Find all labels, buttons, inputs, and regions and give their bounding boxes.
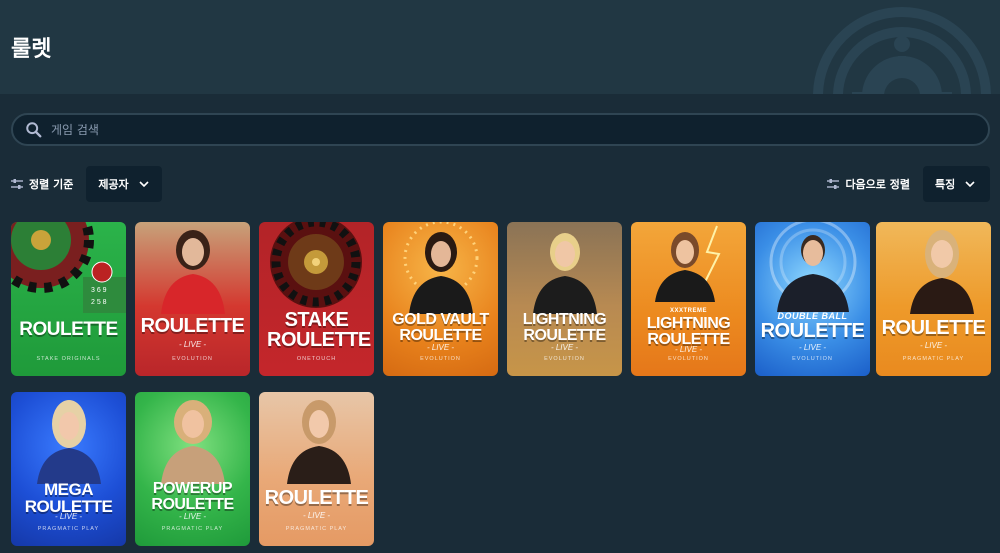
game-card-double-ball-roulette[interactable]: DOUBLE BALL ROULETTE - LIVE - EVOLUTION	[755, 222, 870, 376]
game-live-tag: - LIVE -	[302, 511, 331, 520]
game-title: STAKE ROULETTE	[267, 309, 371, 351]
order-by-label: 다음으로 정렬	[827, 176, 910, 192]
feature-select[interactable]: 특징	[923, 166, 990, 202]
provider-select[interactable]: 제공자	[86, 166, 163, 202]
game-card-stake-roulette[interactable]: STAKE ROULETTE ONETOUCH	[259, 222, 374, 376]
game-title: GOLD VAULT ROULETTE	[392, 311, 489, 344]
chevron-down-icon	[139, 180, 149, 187]
sliders-icon	[827, 179, 840, 189]
game-top-tag: XXXTREME	[669, 308, 707, 314]
dealer-image	[532, 233, 597, 314]
game-provider: EVOLUTION	[544, 356, 585, 362]
dealer-image	[36, 400, 101, 484]
game-card-roulette-pragmatic[interactable]: ROULETTE - LIVE - PRAGMATIC PLAY	[876, 222, 991, 376]
sort-by-group: 정렬 기준 제공자	[11, 166, 163, 202]
svg-text:2 5 8: 2 5 8	[91, 299, 107, 306]
game-title: ROULETTE	[140, 315, 245, 337]
game-title: ROULETTE	[19, 319, 118, 340]
game-card-roulette-stake-originals[interactable]: 3 6 9 2 5 8 ROULETTE STAKE ORIGINALS	[11, 222, 126, 376]
search-input[interactable]	[51, 122, 951, 137]
game-card-roulette-pragmatic-2[interactable]: ROULETTE - LIVE - PRAGMATIC PLAY	[259, 392, 374, 546]
page-header: 룰렛	[0, 0, 1000, 94]
game-provider: EVOLUTION	[668, 356, 709, 362]
order-by-text: 다음으로 정렬	[845, 178, 910, 191]
game-live-tag: - LIVE -	[426, 343, 455, 352]
game-card-gold-vault-roulette[interactable]: GOLD VAULT ROULETTE - LIVE - EVOLUTION	[383, 222, 498, 376]
sort-by-label: 정렬 기준	[11, 176, 73, 192]
dealer-image	[654, 225, 720, 302]
game-provider: PRAGMATIC PLAY	[37, 526, 100, 532]
order-by-group: 다음으로 정렬 특징	[827, 166, 990, 202]
game-provider: EVOLUTION	[792, 356, 833, 362]
search-icon	[26, 121, 42, 137]
roulette-wheel-art: 3 6 9 2 5 8	[11, 222, 126, 313]
dealer-image	[769, 222, 856, 312]
game-title: ROULETTE	[881, 317, 986, 339]
game-title: POWERUP ROULETTE	[151, 480, 234, 513]
game-title: MEGA ROULETTE	[24, 480, 113, 516]
dealer-image	[909, 230, 974, 314]
game-title: LIGHTNING ROULETTE	[646, 315, 731, 348]
game-title: ROULETTE	[264, 487, 369, 509]
game-card-xxxtreme-lightning-roulette[interactable]: XXXTREME LIGHTNING ROULETTE - LIVE - EVO…	[631, 222, 746, 376]
game-live-tag: - LIVE -	[178, 340, 207, 349]
roulette-wheel-icon	[813, 7, 991, 94]
page-title: 룰렛	[11, 37, 52, 62]
svg-text:3 6 9: 3 6 9	[91, 287, 107, 294]
game-provider: EVOLUTION	[172, 356, 213, 362]
game-provider: PRAGMATIC PLAY	[161, 526, 224, 532]
dealer-image	[403, 222, 478, 314]
game-live-tag: - LIVE -	[674, 345, 703, 354]
game-card-mega-roulette[interactable]: MEGA ROULETTE - LIVE - PRAGMATIC PLAY	[11, 392, 126, 546]
search-bar[interactable]	[11, 113, 990, 146]
game-card-roulette-evolution[interactable]: ROULETTE - LIVE - EVOLUTION	[135, 222, 250, 376]
game-live-tag: - LIVE -	[550, 343, 579, 352]
game-card-lightning-roulette[interactable]: LIGHTNING ROULETTE - LIVE - EVOLUTION	[507, 222, 622, 376]
dealer-image	[160, 230, 225, 314]
game-live-tag: - LIVE -	[178, 512, 207, 521]
provider-select-value: 제공자	[98, 178, 129, 191]
chevron-down-icon	[965, 180, 975, 187]
game-provider: ONETOUCH	[296, 356, 337, 362]
game-title: LIGHTNING ROULETTE	[522, 311, 607, 344]
game-provider: STAKE ORIGINALS	[36, 356, 101, 362]
game-live-tag: - LIVE -	[798, 343, 827, 352]
game-provider: EVOLUTION	[420, 356, 461, 362]
game-provider: PRAGMATIC PLAY	[285, 526, 348, 532]
game-live-tag: - LIVE -	[919, 341, 948, 350]
sort-by-text: 정렬 기준	[29, 178, 74, 191]
sliders-icon	[11, 179, 23, 189]
game-live-tag: - LIVE -	[54, 512, 83, 521]
game-card-powerup-roulette[interactable]: POWERUP ROULETTE - LIVE - PRAGMATIC PLAY	[135, 392, 250, 546]
game-provider: PRAGMATIC PLAY	[902, 356, 965, 362]
dealer-image	[286, 400, 351, 484]
game-title: ROULETTE	[760, 320, 865, 342]
dealer-image	[160, 400, 225, 484]
roulette-wheel-art	[270, 222, 362, 308]
feature-select-value: 특징	[935, 178, 956, 191]
